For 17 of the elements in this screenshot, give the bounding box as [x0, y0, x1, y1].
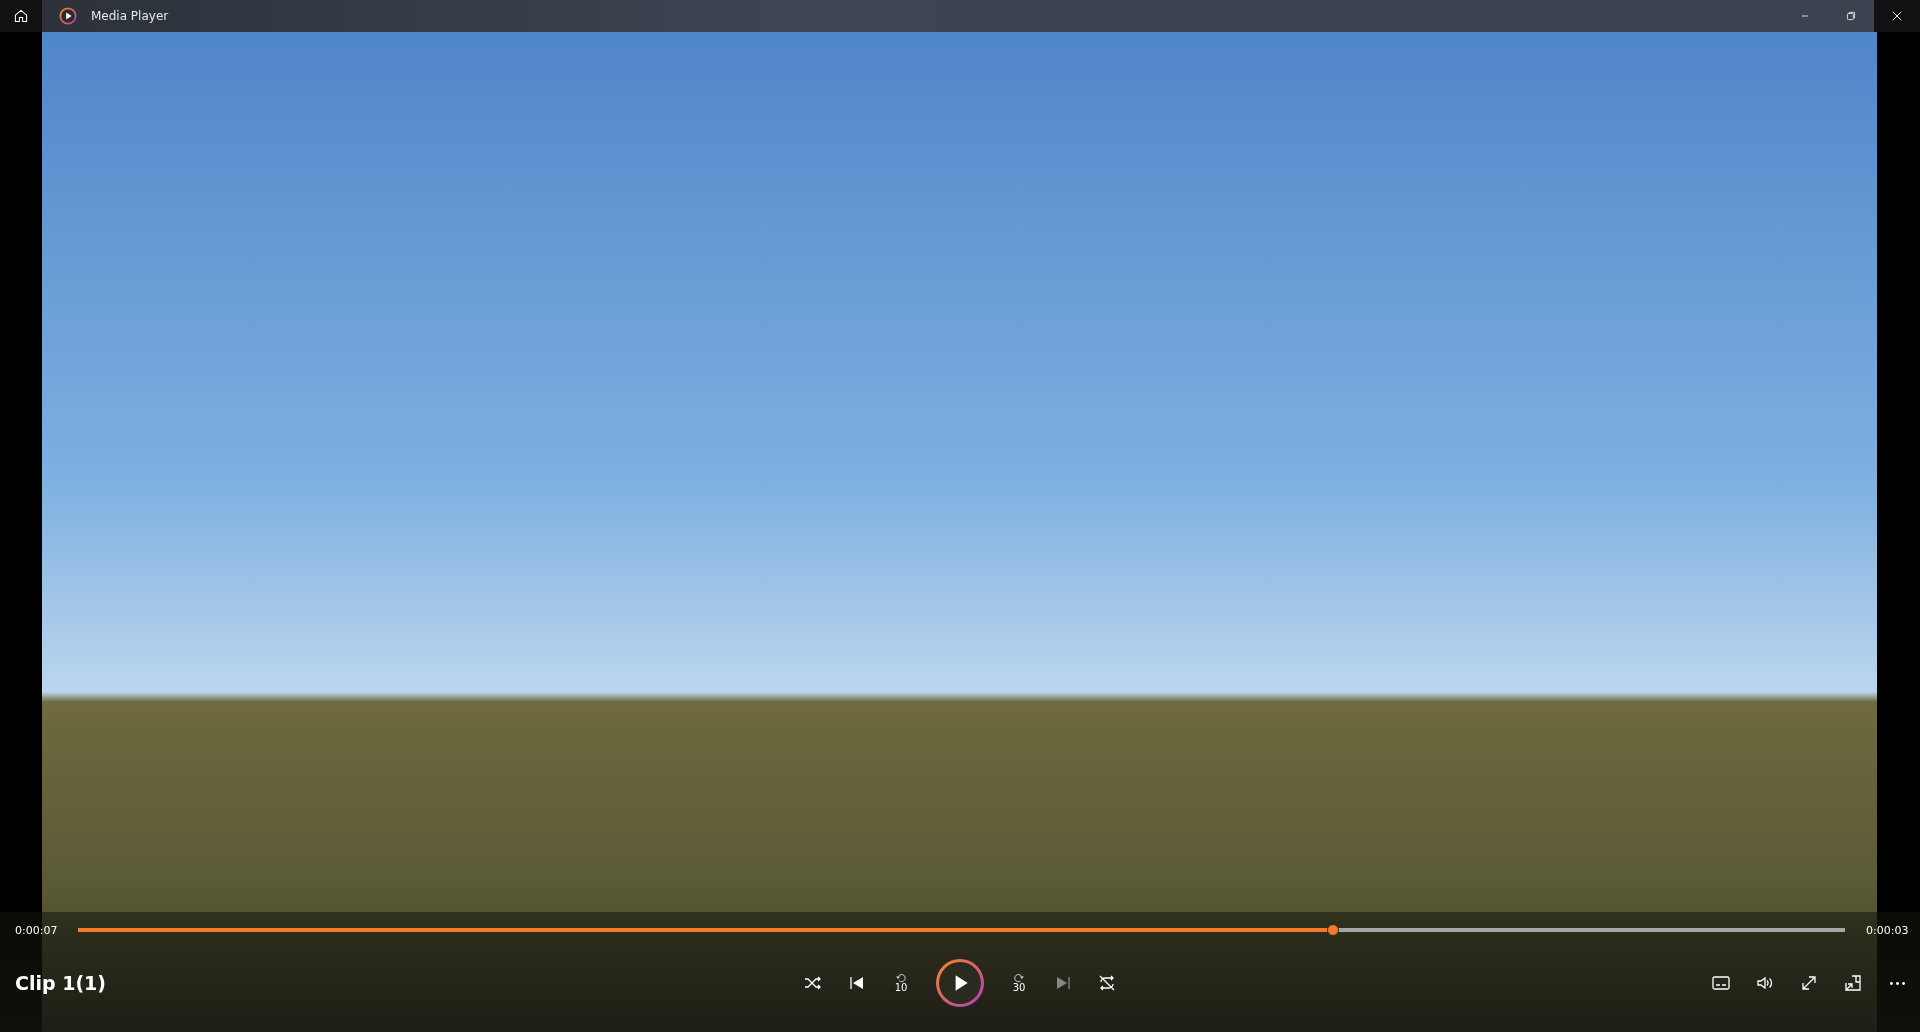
remaining-time: 0:00:03: [1866, 923, 1908, 937]
more-icon: [1889, 981, 1905, 985]
elapsed-time: 0:00:07: [15, 923, 57, 937]
skip-back-button[interactable]: 10: [890, 966, 912, 1000]
skip-forward-button[interactable]: 30: [1008, 966, 1030, 1000]
home-button[interactable]: [0, 0, 42, 32]
repeat-off-icon: [1097, 973, 1117, 993]
home-icon: [13, 8, 29, 24]
restore-icon: [1845, 10, 1857, 22]
subtitles-icon: [1711, 973, 1731, 993]
close-icon: [1890, 9, 1904, 23]
seek-thumb[interactable]: [1326, 924, 1339, 936]
mini-player-icon: [1843, 973, 1863, 993]
window-title: Media Player: [91, 9, 169, 23]
clip-title: Clip 1(1): [15, 972, 107, 994]
expand-icon: [1799, 973, 1819, 993]
app-logo-icon: [59, 7, 77, 25]
